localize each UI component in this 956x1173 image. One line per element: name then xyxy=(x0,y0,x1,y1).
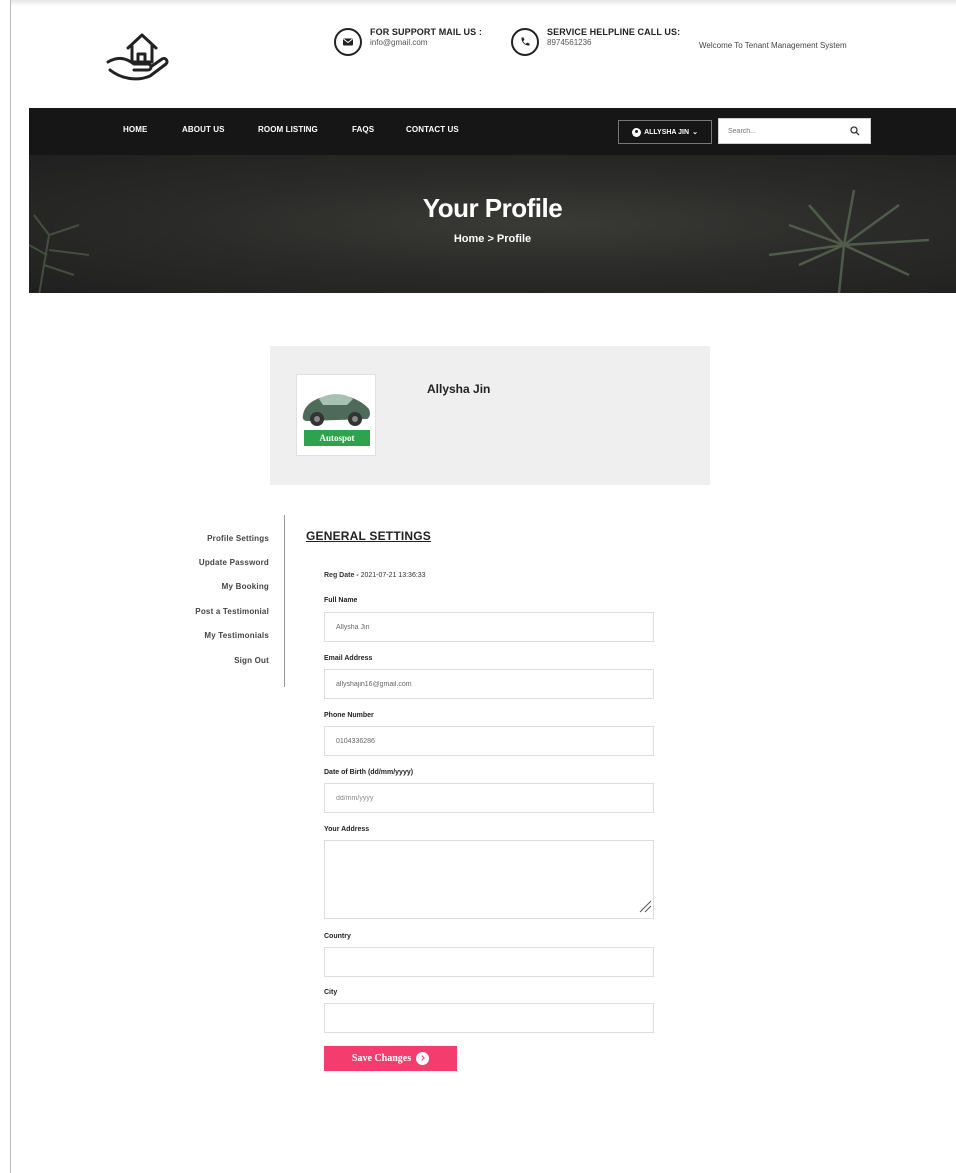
full-name-input[interactable] xyxy=(324,612,654,642)
reg-date-label: Reg Date - xyxy=(324,572,359,579)
breadcrumb[interactable]: Home > Profile xyxy=(29,233,956,245)
address-label: Your Address xyxy=(324,826,370,833)
phone-icon xyxy=(511,28,539,56)
city-input[interactable] xyxy=(324,1003,654,1033)
sidebar-item-post-testimonial[interactable]: Post a Testimonial xyxy=(150,607,269,632)
house-in-hand-logo-icon[interactable] xyxy=(104,26,174,86)
country-label: Country xyxy=(324,933,351,940)
sidebar-item-my-booking[interactable]: My Booking xyxy=(150,582,269,607)
search-box xyxy=(718,118,871,144)
phone-label: Phone Number xyxy=(324,712,374,719)
sidebar-item-my-testimonials[interactable]: My Testimonials xyxy=(150,631,269,656)
support-email-block: FOR SUPPORT MAIL US : info@gmail.com xyxy=(334,28,482,56)
nav-room-listing[interactable]: ROOM LISTING xyxy=(258,125,318,134)
avatar: Autospot xyxy=(296,374,376,456)
country-input[interactable] xyxy=(324,947,654,977)
nav-contact-us[interactable]: CONTACT US xyxy=(406,125,459,134)
dob-input[interactable] xyxy=(324,783,654,813)
arrow-right-circle-icon xyxy=(416,1052,430,1065)
city-label: City xyxy=(324,989,338,996)
main-navbar: HOME ABOUT US ROOM LISTING FAQS CONTACT … xyxy=(29,108,956,155)
car-avatar-icon xyxy=(302,394,370,426)
profile-name: Allysha Jin xyxy=(427,382,491,396)
reg-date: Reg Date - 2021-07-21 13:36:33 xyxy=(324,572,426,579)
nav-faqs[interactable]: FAQS xyxy=(352,125,374,134)
helpline-title: SERVICE HELPLINE CALL US: xyxy=(547,27,681,37)
full-name-label: Full Name xyxy=(324,597,358,604)
address-textarea[interactable] xyxy=(324,840,654,919)
reg-date-value: 2021-07-21 13:36:33 xyxy=(360,572,426,579)
chevron-down-icon: ⌄ xyxy=(692,129,698,136)
save-changes-label: Save Changes xyxy=(351,1053,412,1064)
hero-banner: Your Profile Home > Profile xyxy=(29,155,956,293)
sidebar-divider xyxy=(284,515,285,687)
helpline-block: SERVICE HELPLINE CALL US: 8974561236 xyxy=(511,28,680,56)
profile-card: Autospot Allysha Jin xyxy=(270,346,710,485)
nav-about-us[interactable]: ABOUT US xyxy=(182,125,225,134)
email-label: Email Address xyxy=(324,655,373,662)
support-email[interactable]: info@gmail.com xyxy=(370,39,482,47)
section-title: GENERAL SETTINGS xyxy=(306,529,431,543)
welcome-text: Welcome To Tenant Management System xyxy=(699,41,847,50)
search-icon[interactable] xyxy=(850,126,860,136)
user-menu-button[interactable]: ALLYSHA JIN ⌄ xyxy=(618,120,712,144)
avatar-badge: Autospot xyxy=(304,430,370,446)
email-input[interactable] xyxy=(324,669,654,699)
search-input[interactable] xyxy=(719,119,839,143)
sidebar-item-update-password[interactable]: Update Password xyxy=(150,558,269,583)
sidebar-item-sign-out[interactable]: Sign Out xyxy=(150,656,269,681)
mail-icon xyxy=(334,28,362,56)
helpline-phone[interactable]: 8974561236 xyxy=(547,39,680,47)
user-circle-icon xyxy=(632,127,642,137)
nav-home[interactable]: HOME xyxy=(123,125,147,134)
user-menu-label: ALLYSHA JIN xyxy=(644,128,690,136)
profile-sidebar: Profile Settings Update Password My Book… xyxy=(150,534,269,680)
resize-grip-icon[interactable] xyxy=(638,899,652,913)
support-title: FOR SUPPORT MAIL US : xyxy=(370,27,482,37)
sidebar-item-profile-settings[interactable]: Profile Settings xyxy=(150,534,269,559)
dob-label: Date of Birth (dd/mm/yyyy) xyxy=(324,769,414,776)
window-top-edge xyxy=(10,0,956,6)
save-changes-button[interactable]: Save Changes xyxy=(324,1046,457,1071)
phone-input[interactable] xyxy=(324,726,654,756)
window-left-edge xyxy=(10,0,11,1173)
page-title: Your Profile xyxy=(422,193,563,223)
